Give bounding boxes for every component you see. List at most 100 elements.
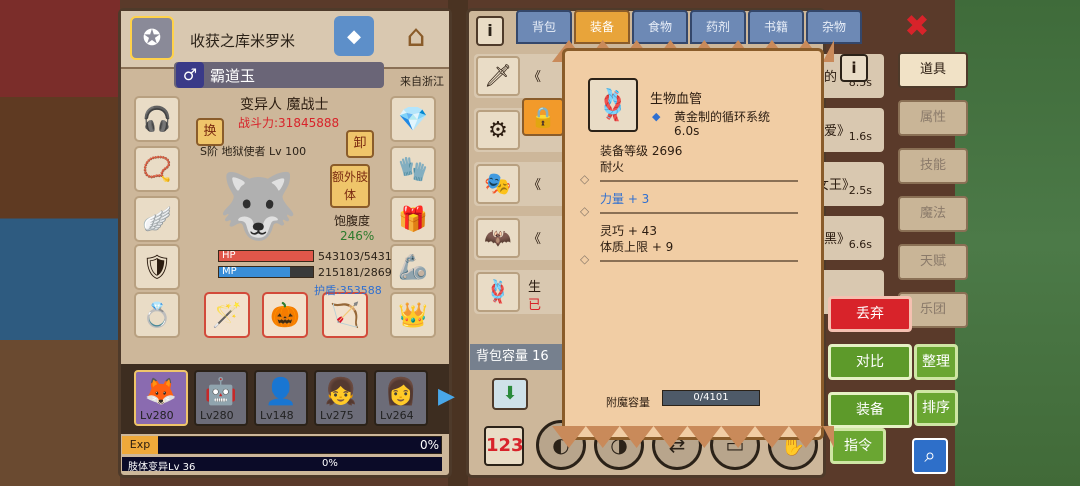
unequip-button[interactable]: 卸 — [346, 130, 374, 158]
close-icon[interactable]: ✖ — [900, 10, 934, 44]
tab-books[interactable]: 书籍 — [748, 10, 804, 44]
equip-slot-headphones[interactable]: 🎧 — [134, 96, 180, 142]
character-class: 变异人 魔战士 — [240, 97, 329, 113]
sort-button[interactable]: 排序 — [914, 390, 958, 426]
side-tab-attributes[interactable]: 属性 — [898, 100, 968, 136]
diamond-icon: ◆ — [652, 110, 661, 123]
search-icon[interactable]: ⌕ — [912, 438, 948, 474]
mask-icon: 🎭 — [476, 164, 520, 204]
enchant-capacity-label: 附魔容量 — [606, 396, 650, 409]
sort-123-icon[interactable]: 123 — [484, 426, 524, 466]
male-gender-icon: ♂ — [176, 62, 204, 88]
tab-bag[interactable]: 背包 — [516, 10, 572, 44]
gauntlet-icon: 🦾 — [398, 253, 428, 281]
side-tab-magic[interactable]: 魔法 — [898, 196, 968, 232]
bat-icon: 🦇 — [476, 218, 520, 258]
tooltip-title: 生物血管 — [650, 92, 703, 107]
background-left-scenery — [0, 0, 120, 486]
character-origin: 来自浙江 — [400, 75, 444, 88]
exp-bar — [122, 436, 442, 454]
equip-slot-armor[interactable]: 🛡 — [134, 244, 180, 290]
tab-equipment[interactable]: 装备 — [574, 10, 630, 44]
mp-value: 215181/2869 — [318, 266, 392, 279]
download-icon[interactable]: ⬇ — [492, 378, 528, 410]
party-level: Lv148 — [260, 409, 294, 422]
side-tab-items[interactable]: 道具 — [898, 52, 968, 88]
character-portrait: 🐺 — [218, 169, 298, 244]
equip-slot-ring[interactable]: 💍 — [134, 292, 180, 338]
party-level: Lv264 — [380, 409, 414, 422]
equip-slot-wings[interactable]: 🪽 — [134, 196, 180, 242]
bow-icon: 🏹 — [330, 301, 360, 329]
inventory-item-time: 1.6s — [848, 130, 872, 143]
compare-button[interactable]: 对比 — [828, 344, 912, 380]
guild-badge-icon[interactable]: ✪ — [130, 16, 174, 60]
party-level: Lv275 — [320, 409, 354, 422]
tooltip-info-icon[interactable]: i — [840, 54, 868, 82]
party-member[interactable]: 🤖 Lv280 — [194, 370, 248, 426]
inventory-item-name: 《 — [528, 178, 542, 193]
party-level: Lv280 — [140, 409, 174, 422]
hp-label: HP — [222, 250, 236, 261]
blood-vessel-icon: 🪢 — [476, 272, 520, 312]
side-tab-skills[interactable]: 技能 — [898, 148, 968, 184]
wardrobe-hanger-icon[interactable]: ⌂ — [388, 14, 444, 58]
inventory-item-time: 2.5s — [848, 184, 872, 197]
extra-limb-button[interactable]: 额外肢体 — [330, 164, 370, 208]
equip-slot-chest[interactable]: 🎁 — [390, 196, 436, 242]
equip-slot-gauntlet[interactable]: 🦾 — [390, 244, 436, 290]
equip-slot-bow[interactable]: 🏹 — [322, 292, 368, 338]
gem-icon: 💎 — [398, 105, 428, 133]
party-avatar: 👧 — [324, 377, 358, 407]
party-member[interactable]: 👩 Lv264 — [374, 370, 428, 426]
chest-icon: 🎁 — [398, 205, 428, 233]
tab-food[interactable]: 食物 — [632, 10, 688, 44]
equip-slot-bracer[interactable]: 🧤 — [390, 146, 436, 192]
bracer-icon: 🧤 — [398, 155, 428, 183]
staff-icon: 🪄 — [212, 301, 242, 329]
arrange-button[interactable]: 整理 — [914, 344, 958, 380]
party-member[interactable]: 👧 Lv275 — [314, 370, 368, 426]
tooltip-divider — [600, 260, 798, 262]
party-avatar: 🤖 — [204, 377, 238, 407]
crown-icon: 👑 — [398, 301, 428, 329]
equip-button[interactable]: 装备 — [828, 392, 912, 428]
lock-icon[interactable]: 🔒 — [522, 98, 564, 136]
equip-slot-crown[interactable]: 👑 — [390, 292, 436, 338]
guild-name: 收获之库米罗米 — [190, 32, 296, 50]
side-tab-talent[interactable]: 天赋 — [898, 244, 968, 280]
party-member[interactable]: 👤 Lv148 — [254, 370, 308, 426]
bag-capacity: 背包容量 16 — [470, 344, 570, 370]
swap-button[interactable]: 换 — [196, 118, 224, 146]
discard-button[interactable]: 丢弃 — [828, 296, 912, 332]
satiety-label: 饱腹度 — [334, 214, 371, 228]
wings-icon: 🪽 — [142, 205, 172, 233]
equip-slot-necklace[interactable]: 📿 — [134, 146, 180, 192]
equip-slot-pumpkin[interactable]: 🎃 — [262, 292, 308, 338]
blood-vessel-icon: 🪢 — [588, 78, 638, 132]
inventory-item-name: 《 — [528, 70, 542, 85]
info-icon[interactable]: i — [476, 16, 504, 46]
exp-tag: Exp — [122, 436, 158, 454]
party-member[interactable]: 🦊 Lv280 — [134, 370, 188, 426]
inventory-tabs: 背包 装备 食物 药剂 书籍 杂物 — [516, 10, 862, 44]
character-name: 霸道玉 — [210, 67, 256, 85]
party-next-arrow-icon[interactable]: ▶ — [438, 384, 455, 409]
inventory-item-suffix: 的 — [824, 70, 838, 85]
equip-slot-staff[interactable]: 🪄 — [204, 292, 250, 338]
satiety-value: 246% — [340, 229, 375, 243]
equip-slot-gem[interactable]: 💎 — [390, 96, 436, 142]
enchant-capacity-value: 0/4101 — [662, 390, 760, 406]
necklace-icon: 📿 — [142, 155, 172, 183]
shield-value: 护盾:353588 — [314, 284, 382, 297]
stat-body: 体质上限 + 9 — [600, 240, 674, 254]
inventory-item-suffix: 黑》 — [824, 232, 851, 247]
party-avatar: 👤 — [264, 377, 298, 407]
command-button[interactable]: 指令 — [830, 428, 886, 464]
tab-potion[interactable]: 药剂 — [690, 10, 746, 44]
equipment-level: 装备等级 2696 — [600, 144, 683, 158]
tab-misc[interactable]: 杂物 — [806, 10, 862, 44]
headphones-icon: 🎧 — [142, 105, 172, 133]
shrine-icon[interactable]: ◆ — [334, 16, 374, 56]
inventory-item-name: 生 — [528, 280, 542, 295]
